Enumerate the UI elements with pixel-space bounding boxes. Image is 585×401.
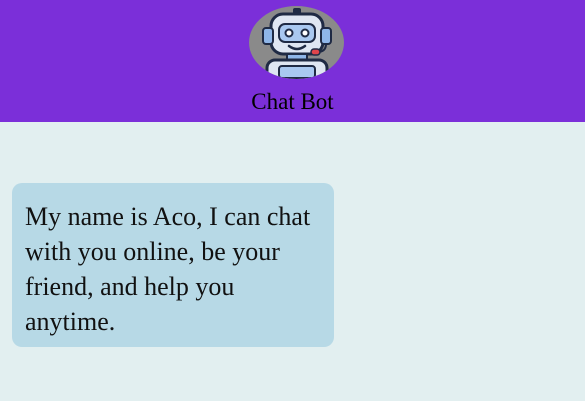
robot-icon bbox=[262, 8, 332, 79]
chat-messages-area: My name is Aco, I can chat with you onli… bbox=[0, 122, 585, 401]
bot-avatar bbox=[249, 6, 344, 79]
bot-message-bubble: My name is Aco, I can chat with you onli… bbox=[12, 183, 334, 347]
chat-title: Chat Bot bbox=[251, 89, 334, 114]
chat-header: Chat Bot bbox=[0, 0, 585, 122]
